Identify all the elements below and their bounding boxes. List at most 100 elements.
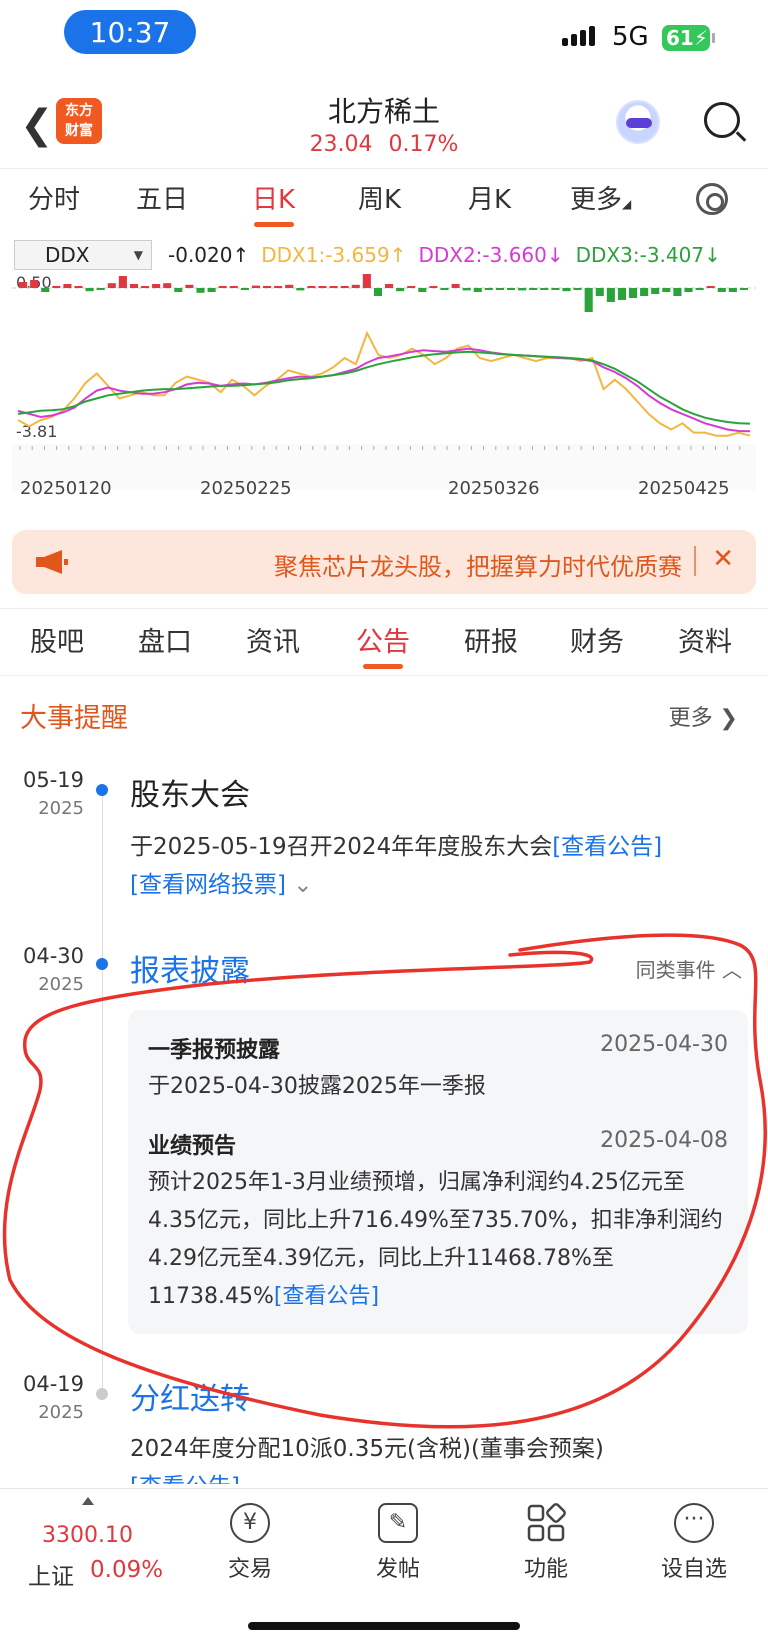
ddx-bar: [207, 288, 216, 292]
ddx-bar: [74, 286, 83, 288]
event-body: 2024年度分配10派0.35元(含税)(董事会预案) [查看公告]: [130, 1430, 740, 1484]
tab-profile[interactable]: 资料: [678, 609, 732, 677]
tab-daily-k[interactable]: 日K: [252, 169, 295, 231]
ddx-bar: [595, 288, 604, 296]
nav-functions[interactable]: 功能: [496, 1503, 596, 1583]
megaphone-icon: [36, 550, 68, 574]
ddx-bar: [163, 283, 172, 288]
ddx-bar: [728, 288, 737, 292]
gear-icon[interactable]: [696, 183, 728, 215]
ddx-bar: [551, 288, 560, 290]
tab-monthly-k[interactable]: 月K: [468, 169, 511, 231]
ddx-bar: [318, 286, 327, 288]
nav-trade[interactable]: ¥ 交易: [200, 1503, 300, 1583]
signal-icon: [562, 26, 595, 46]
nav-add-watchlist[interactable]: ··· 设自选: [644, 1503, 744, 1583]
ddx-bar: [19, 282, 28, 288]
tab-research[interactable]: 研报: [464, 609, 518, 677]
tab-finance[interactable]: 财务: [570, 609, 624, 677]
info-tabs: 股吧 盘口 资讯 公告 研报 财务 资料: [0, 608, 768, 676]
assistant-robot-icon[interactable]: [616, 100, 660, 144]
indicator-select[interactable]: DDX: [14, 240, 152, 270]
view-voting-link[interactable]: [查看网络投票]: [130, 872, 286, 898]
timeline-dot: [96, 958, 108, 970]
ddx-bar: [152, 284, 161, 288]
y-tick-bottom: -3.81: [16, 422, 57, 441]
tab-weekly-k[interactable]: 周K: [358, 169, 401, 231]
ddx-bar: [473, 288, 482, 292]
ddx-bar: [274, 286, 283, 288]
ddx-bar: [418, 288, 427, 292]
ddx2-value: DDX2:-3.660↓: [418, 243, 564, 267]
ddx-bar: [285, 284, 294, 288]
banner-text: 聚焦芯片龙头股，把握算力时代优质赛: [274, 553, 682, 581]
caret-up-icon[interactable]: [82, 1497, 94, 1505]
nav-label: 发帖: [375, 1557, 420, 1582]
same-type-toggle[interactable]: 同类事件 ︿: [636, 954, 742, 983]
index-name[interactable]: 上证: [28, 1557, 74, 1591]
ddx-bar: [41, 288, 50, 292]
view-announcement-link[interactable]: [查看公告]: [130, 1474, 240, 1484]
battery-icon: 61 ⚡: [662, 25, 715, 51]
ddx-bar: [118, 276, 127, 288]
chevron-down-icon[interactable]: ⌄: [293, 872, 312, 898]
event-title[interactable]: 报表披露: [130, 946, 250, 990]
ddx-bar: [606, 288, 615, 302]
tab-news[interactable]: 资讯: [246, 609, 300, 677]
ddx-bar: [396, 288, 405, 292]
tab-guba[interactable]: 股吧: [30, 609, 84, 677]
stock-change: 0.17%: [388, 132, 459, 157]
promo-banner[interactable]: 聚焦芯片龙头股，把握算力时代优质赛 ✕: [12, 530, 756, 594]
ddx-bar: [640, 288, 649, 296]
ddx-bar: [573, 288, 582, 290]
event-date: 05-19: [22, 768, 84, 792]
card-item-date: 2025-04-08: [600, 1128, 728, 1153]
ddx-bar: [673, 288, 682, 296]
nav-post[interactable]: ✎ 发帖: [348, 1503, 448, 1583]
home-indicator[interactable]: [248, 1622, 520, 1630]
ddx-bar: [739, 288, 748, 290]
nav-label: 设自选: [660, 1557, 727, 1582]
tab-five-day[interactable]: 五日: [136, 169, 188, 231]
ddx-chart[interactable]: 0.50 -3.81 20250120 20250225 20250326 20…: [12, 274, 756, 514]
index-change[interactable]: 0.09%: [90, 1557, 163, 1583]
ddx-bar: [362, 274, 371, 288]
period-tabs: 分时 五日 日K 周K 月K 更多◢: [0, 168, 768, 230]
event-title: 股东大会: [130, 778, 250, 813]
stock-header: ❮ 东方 财富 北方稀土 23.04 0.17%: [0, 84, 768, 164]
close-icon[interactable]: ✕: [712, 544, 734, 574]
ddx-bar: [263, 286, 272, 288]
ddx-bar: [185, 284, 194, 288]
event-date: 04-19: [22, 1372, 84, 1396]
ddx-bar: [451, 284, 460, 288]
banner-separator: [694, 546, 696, 576]
event-date: 04-30: [22, 944, 84, 968]
tab-fenshi[interactable]: 分时: [28, 169, 80, 231]
tab-more[interactable]: 更多◢: [570, 169, 631, 231]
event-title[interactable]: 分红送转: [130, 1374, 250, 1418]
event-year: 2025: [38, 1402, 84, 1423]
timeline-dot: [96, 1388, 108, 1400]
ddx-bar: [85, 288, 94, 292]
card-item-header: 业绩预告 2025-04-08: [148, 1128, 728, 1160]
index-value[interactable]: 3300.10: [42, 1523, 133, 1548]
ddx-bar: [351, 284, 360, 288]
ddx-bar: [407, 286, 416, 288]
view-announcement-link[interactable]: [查看公告]: [552, 834, 662, 860]
ddx-bar: [529, 288, 538, 290]
search-icon[interactable]: [704, 102, 740, 138]
ddx-bar: [96, 288, 105, 290]
card-item-date: 2025-04-30: [600, 1032, 728, 1057]
tab-announcements[interactable]: 公告: [356, 609, 410, 677]
ddx-bar: [296, 288, 305, 291]
timeline-line: [102, 786, 103, 1390]
tab-pankou[interactable]: 盘口: [138, 609, 192, 677]
view-announcement-link[interactable]: [查看公告]: [274, 1284, 379, 1309]
ddx-bar: [717, 288, 726, 292]
ddx-bar: [629, 288, 638, 298]
ddx-value: -0.020↑: [168, 243, 250, 267]
more-link[interactable]: 更多 ❯: [669, 700, 738, 732]
ddx-bar: [129, 284, 138, 288]
clock: 10:37: [64, 10, 196, 54]
ddx-bar: [684, 288, 693, 292]
